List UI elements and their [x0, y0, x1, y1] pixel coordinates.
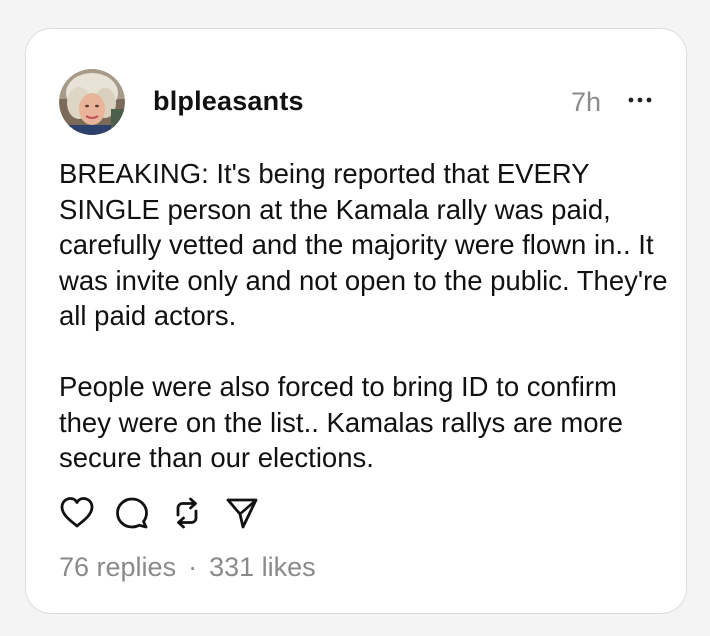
avatar-image	[59, 69, 125, 135]
post-timestamp[interactable]: 7h	[571, 87, 601, 118]
heart-icon	[60, 497, 94, 528]
reply-button[interactable]	[114, 495, 150, 531]
replies-count-link[interactable]: 76 replies	[59, 552, 176, 583]
repost-button[interactable]	[169, 495, 205, 531]
post-body: BREAKING: It's being reported that EVERY…	[59, 156, 669, 476]
avatar[interactable]	[59, 69, 125, 135]
username-link[interactable]: blpleasants	[153, 86, 304, 117]
post-paragraph: People were also forced to bring ID to c…	[59, 371, 623, 473]
ellipsis-icon	[628, 97, 652, 103]
stats-separator: ·	[188, 552, 198, 582]
send-icon	[226, 498, 258, 529]
repost-icon	[176, 497, 198, 529]
like-button[interactable]	[59, 495, 95, 531]
comment-icon	[116, 497, 148, 529]
post-card[interactable]: blpleasants 7h BREAKING: It's being repo…	[25, 28, 687, 614]
share-button[interactable]	[224, 495, 260, 531]
post-paragraph: BREAKING: It's being reported that EVERY…	[59, 158, 668, 331]
likes-count-link[interactable]: 331 likes	[209, 552, 316, 583]
more-options-button[interactable]	[624, 87, 656, 113]
post-stats: 76 replies · 331 likes	[59, 552, 316, 583]
